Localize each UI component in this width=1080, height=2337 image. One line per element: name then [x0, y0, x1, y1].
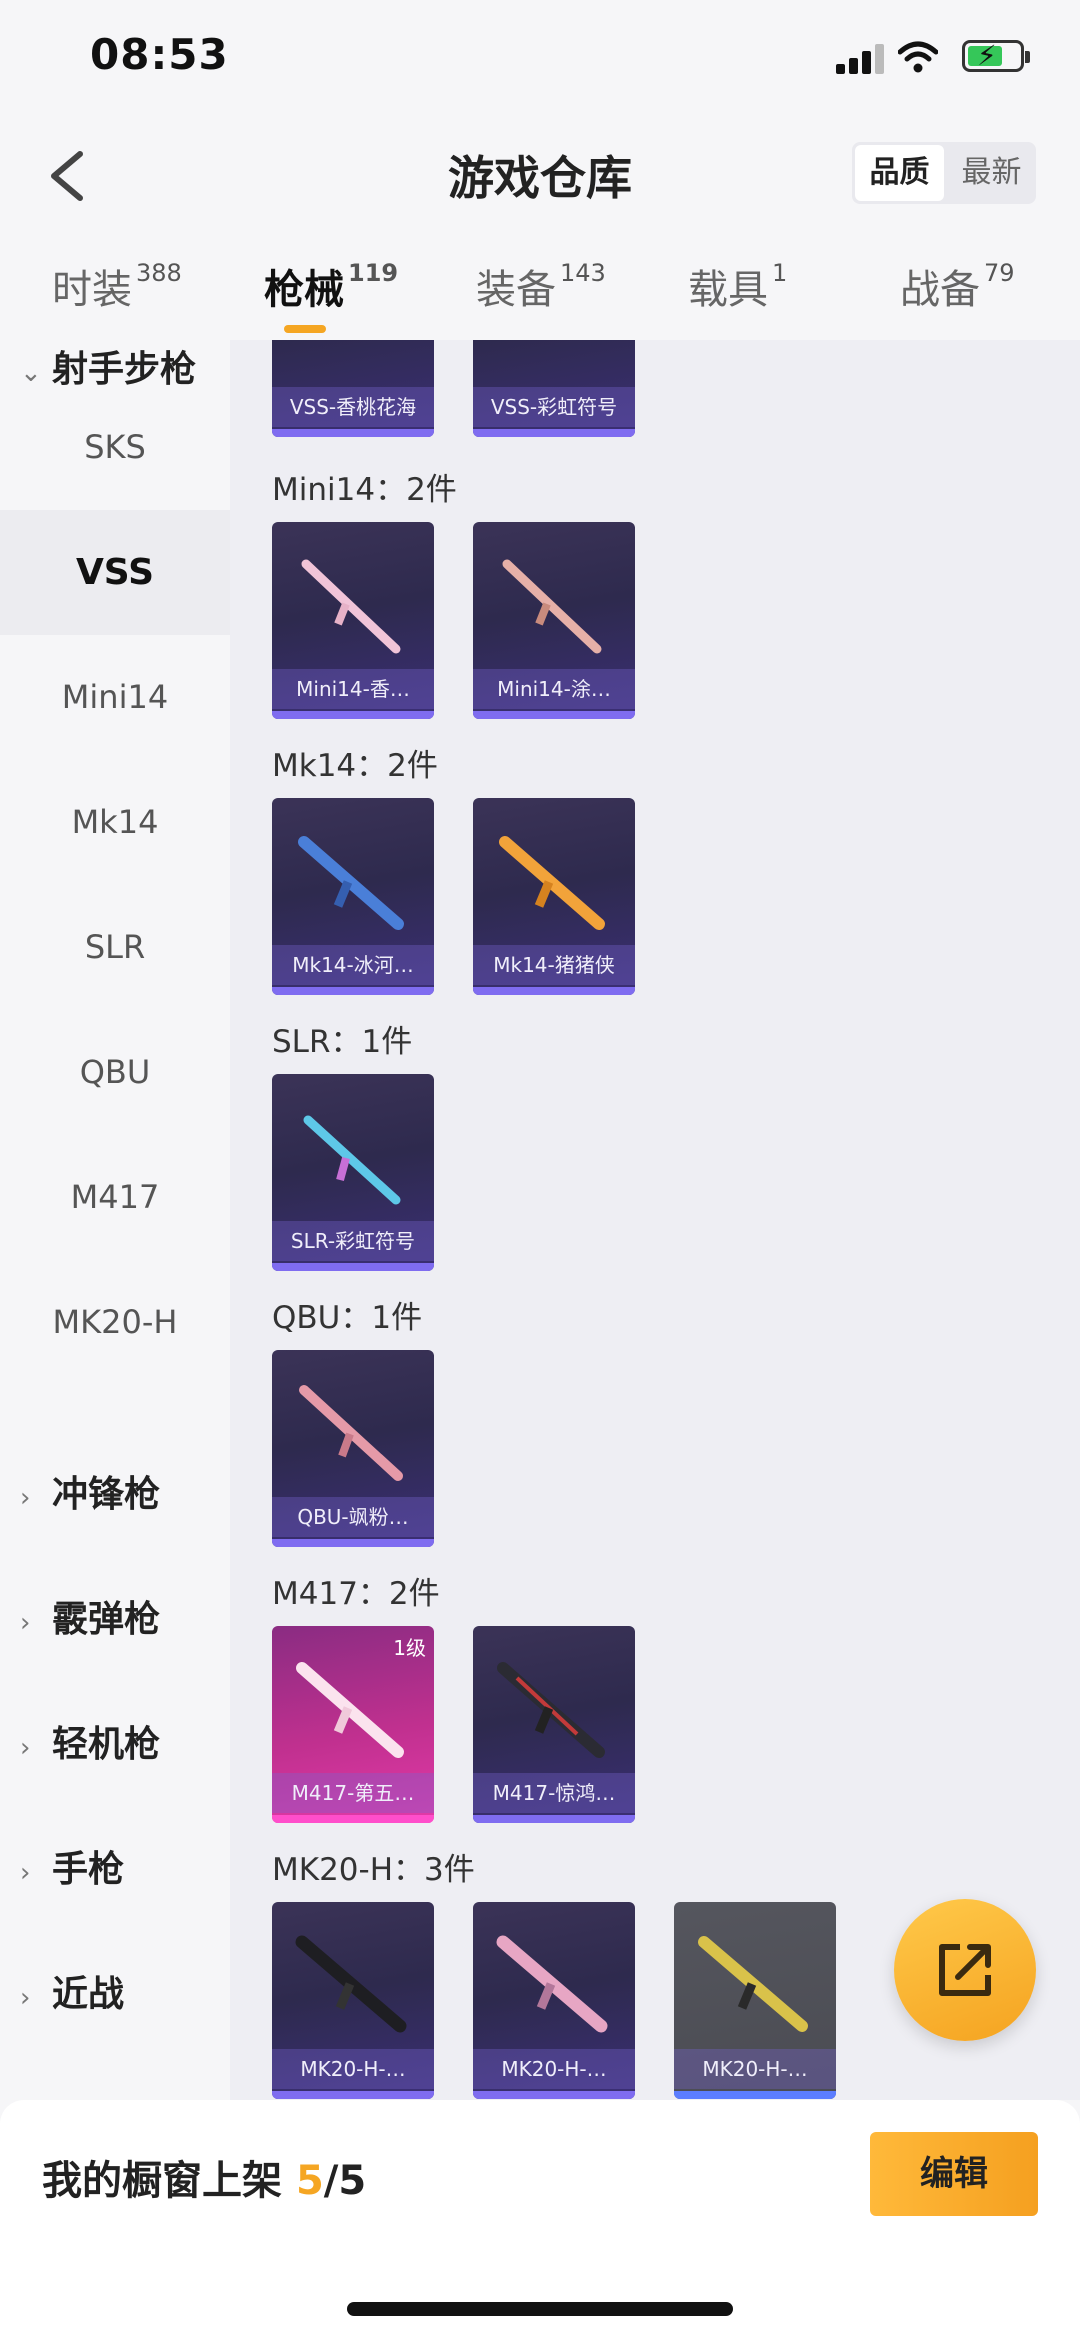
section-title: Mini14：2件: [272, 472, 457, 508]
rifle-icon: [299, 1385, 403, 1481]
rifle-icon: [298, 836, 404, 930]
sidebar-group-lmg[interactable]: › 轻机枪: [20, 1715, 160, 1767]
weapon-card-name: M417-第五…: [272, 1773, 434, 1813]
tab-fashion[interactable]: 时装 388: [52, 257, 182, 315]
showcase-status: 我的橱窗上架 5/5: [42, 2158, 367, 2204]
weapon-card-name: Mk14-冰河…: [272, 945, 434, 985]
weapon-grid: VSS-香桃花海 VSS-彩虹符号 Mini14：2件 Mini14-香… Mi…: [230, 340, 1080, 2100]
weapon-card[interactable]: Mk14-冰河…: [272, 798, 434, 995]
status-time: 08:53: [90, 30, 229, 79]
battery-charging-icon: ⚡: [962, 39, 1030, 72]
section-title: M417：2件: [272, 1576, 440, 1612]
sort-toggle: 品质 最新: [852, 142, 1036, 204]
weapon-card[interactable]: QBU-飒粉…: [272, 1350, 434, 1547]
weapon-card-name: VSS-彩虹符号: [473, 387, 635, 427]
tab-equipment[interactable]: 装备 143: [476, 257, 606, 315]
rifle-icon: [499, 836, 605, 930]
chevron-right-icon: ›: [20, 1858, 31, 1888]
chevron-right-icon: ›: [20, 1733, 31, 1763]
weapon-card-name: Mini14-涂…: [473, 669, 635, 709]
weapon-card-name: VSS-香桃花海: [272, 387, 434, 427]
chevron-right-icon: ›: [20, 1483, 31, 1513]
rifle-icon: [496, 1935, 608, 2033]
sidebar-item-vss[interactable]: VSS: [0, 510, 230, 635]
sidebar: ⌄ 射手步枪 SKS VSS Mini14 Mk14 SLR QBU M417 M…: [0, 340, 230, 2100]
weapon-card[interactable]: MK20-H-…: [473, 1902, 635, 2099]
sidebar-item-mk14[interactable]: Mk14: [0, 760, 230, 885]
tab-guns[interactable]: 枪械 119: [264, 257, 398, 315]
weapon-card[interactable]: Mini14-涂…: [473, 522, 635, 719]
sort-quality-button[interactable]: 品质: [855, 145, 944, 201]
weapon-card-name: QBU-飒粉…: [272, 1497, 434, 1537]
weapon-card[interactable]: VSS-香桃花海: [272, 340, 434, 437]
wifi-icon: [898, 41, 938, 73]
weapon-card-name: SLR-彩虹符号: [272, 1221, 434, 1261]
rifle-icon: [301, 559, 401, 654]
sidebar-group-pistol[interactable]: › 手枪: [20, 1840, 124, 1892]
share-export-icon: [939, 1944, 991, 1996]
weapon-card[interactable]: MK20-H-…: [674, 1902, 836, 2099]
weapon-card[interactable]: 1级 M417-第五…: [272, 1626, 434, 1823]
edit-button[interactable]: 编辑: [870, 2132, 1038, 2216]
sidebar-item-sks[interactable]: SKS: [0, 385, 230, 510]
home-indicator: [347, 2302, 733, 2316]
rifle-icon: [296, 1662, 404, 1758]
weapon-card-name: M417-惊鸿…: [473, 1773, 635, 1813]
weapon-card[interactable]: MK20-H-…: [272, 1902, 434, 2099]
sidebar-group-melee[interactable]: › 近战: [20, 1965, 124, 2017]
rifle-icon: [502, 559, 602, 654]
weapon-card-name: MK20-H-…: [473, 2049, 635, 2089]
weapon-card[interactable]: M417-惊鸿…: [473, 1626, 635, 1823]
category-tabs: 时装 388 枪械 119 装备 143 载具 1 战备 79: [0, 245, 1080, 345]
sort-newest-button[interactable]: 最新: [947, 142, 1036, 204]
section-title: QBU：1件: [272, 1300, 423, 1336]
tab-supplies[interactable]: 战备 79: [900, 257, 1015, 315]
weapon-card-name: MK20-H-…: [272, 2049, 434, 2089]
weapon-card-name: MK20-H-…: [674, 2049, 836, 2089]
sidebar-item-mini14[interactable]: Mini14: [0, 635, 230, 760]
sidebar-item-mk20h[interactable]: MK20-H: [0, 1260, 230, 1385]
sidebar-item-qbu[interactable]: QBU: [0, 1010, 230, 1135]
rifle-icon: [497, 1662, 605, 1758]
share-button[interactable]: [894, 1899, 1036, 2041]
chevron-right-icon: ›: [20, 1608, 31, 1638]
weapon-card-name: Mini14-香…: [272, 669, 434, 709]
sidebar-group-shotgun[interactable]: › 霰弹枪: [20, 1590, 160, 1642]
chevron-down-icon: ⌄: [20, 358, 42, 388]
sidebar-group-smg[interactable]: › 冲锋枪: [20, 1465, 160, 1517]
section-title: MK20-H：3件: [272, 1852, 475, 1888]
tab-vehicles[interactable]: 载具 1: [688, 257, 787, 315]
sidebar-item-m417[interactable]: M417: [0, 1135, 230, 1260]
header: 游戏仓库 品质 最新: [0, 120, 1080, 230]
chevron-right-icon: ›: [20, 1983, 31, 2013]
weapon-card-name: Mk14-猪猪侠: [473, 945, 635, 985]
rifle-icon: [295, 1935, 407, 2033]
active-tab-indicator: [284, 325, 326, 333]
section-title: SLR：1件: [272, 1024, 413, 1060]
rifle-icon: [303, 1115, 401, 1205]
weapon-card[interactable]: Mini14-香…: [272, 522, 434, 719]
weapon-card[interactable]: Mk14-猪猪侠: [473, 798, 635, 995]
status-bar: 08:53 ⚡: [0, 0, 1080, 120]
weapon-card[interactable]: SLR-彩虹符号: [272, 1074, 434, 1271]
cellular-signal-icon: [836, 44, 884, 74]
rifle-icon: [698, 1936, 808, 2032]
section-title: Mk14：2件: [272, 748, 438, 784]
weapon-card[interactable]: VSS-彩虹符号: [473, 340, 635, 437]
sidebar-item-slr[interactable]: SLR: [0, 885, 230, 1010]
